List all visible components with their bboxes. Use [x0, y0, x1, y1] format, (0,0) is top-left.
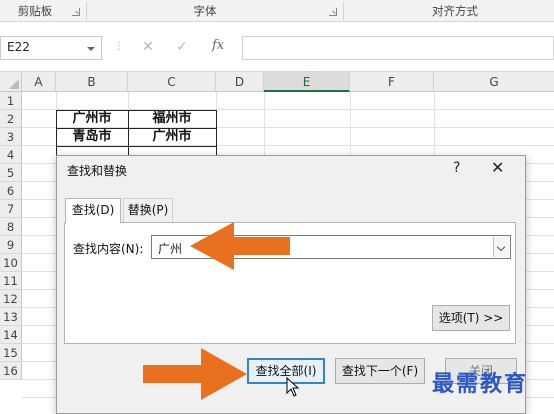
font-launcher-icon[interactable]: [329, 8, 337, 16]
drag-handle-icon[interactable]: ⋮: [114, 41, 124, 52]
row-header-8[interactable]: 8: [0, 218, 22, 236]
row-header-2[interactable]: 2: [0, 110, 22, 128]
ribbon-group-bar: 剪贴板 字体 对齐方式: [0, 0, 554, 22]
column-header-f[interactable]: F: [350, 72, 434, 92]
column-header-b[interactable]: B: [56, 72, 128, 92]
options-button[interactable]: 选项(T) >>: [432, 305, 510, 331]
row-header-9[interactable]: 9: [0, 236, 22, 254]
row-header-7[interactable]: 7: [0, 200, 22, 218]
chevron-down-icon[interactable]: [87, 47, 95, 51]
enter-check-icon[interactable]: ✓: [176, 39, 188, 55]
ribbon-group-clipboard: 剪贴板: [17, 4, 53, 18]
row-header-16[interactable]: 16: [0, 362, 22, 380]
cell-c3[interactable]: 广州市: [128, 128, 216, 146]
table-border: [56, 146, 217, 147]
row-header-10[interactable]: 10: [0, 254, 22, 272]
tab-find[interactable]: 查找(D): [65, 198, 121, 223]
watermark-text: 最需教育: [432, 372, 529, 397]
ribbon-separator: [86, 2, 87, 20]
help-icon[interactable]: ?: [453, 160, 460, 176]
ribbon-group-font: 字体: [193, 4, 217, 18]
tab-replace[interactable]: 替换(P): [123, 198, 173, 222]
find-next-button[interactable]: 查找下一个(F): [335, 358, 425, 384]
insert-function-icon[interactable]: fx: [212, 38, 224, 53]
cancel-icon[interactable]: ✕: [142, 39, 154, 55]
name-box[interactable]: E22: [0, 36, 102, 60]
excel-window: { "ribbon": { "groups": [ {"label": "剪贴板…: [0, 0, 554, 414]
row-header-13[interactable]: 13: [0, 308, 22, 326]
table-border: [56, 110, 217, 111]
ribbon-separator: [343, 2, 344, 20]
formula-bar: E22 ⋮ ✕ ✓ fx: [0, 22, 554, 72]
cell-b2[interactable]: 广州市: [56, 110, 128, 128]
table-border: [128, 110, 129, 155]
select-all-corner[interactable]: [0, 72, 22, 92]
column-header-c[interactable]: C: [128, 72, 216, 92]
dialog-title: 查找和替换: [67, 164, 128, 178]
row-header-6[interactable]: 6: [0, 182, 22, 200]
row-header-11[interactable]: 11: [0, 272, 22, 290]
column-header-e[interactable]: E: [264, 72, 350, 92]
formula-input[interactable]: [242, 36, 554, 60]
find-what-label: 查找内容(N):: [73, 242, 144, 256]
arrow-left-icon: [190, 222, 290, 270]
cell-b3[interactable]: 青岛市: [56, 128, 128, 146]
find-what-value: 广州: [158, 242, 183, 256]
row-header-5[interactable]: 5: [0, 164, 22, 182]
chevron-down-icon[interactable]: [493, 237, 509, 257]
column-header-d[interactable]: D: [216, 72, 264, 92]
column-header-a[interactable]: A: [22, 72, 56, 92]
table-border: [56, 128, 217, 129]
column-header-g[interactable]: G: [434, 72, 554, 92]
name-box-value: E22: [7, 40, 30, 54]
row-header-12[interactable]: 12: [0, 290, 22, 308]
arrow-right-icon: [143, 348, 247, 400]
cell-c2[interactable]: 福州市: [128, 110, 216, 128]
row-header-3[interactable]: 3: [0, 128, 22, 146]
clipboard-launcher-icon[interactable]: [72, 8, 80, 16]
row-header-14[interactable]: 14: [0, 326, 22, 344]
row-header-4[interactable]: 4: [0, 146, 22, 164]
row-header-15[interactable]: 15: [0, 344, 22, 362]
close-icon[interactable]: ✕: [491, 158, 504, 177]
row-header-1[interactable]: 1: [0, 92, 22, 110]
mouse-cursor-icon: [286, 376, 300, 397]
table-border: [216, 110, 217, 155]
ribbon-group-alignment: 对齐方式: [432, 4, 478, 18]
